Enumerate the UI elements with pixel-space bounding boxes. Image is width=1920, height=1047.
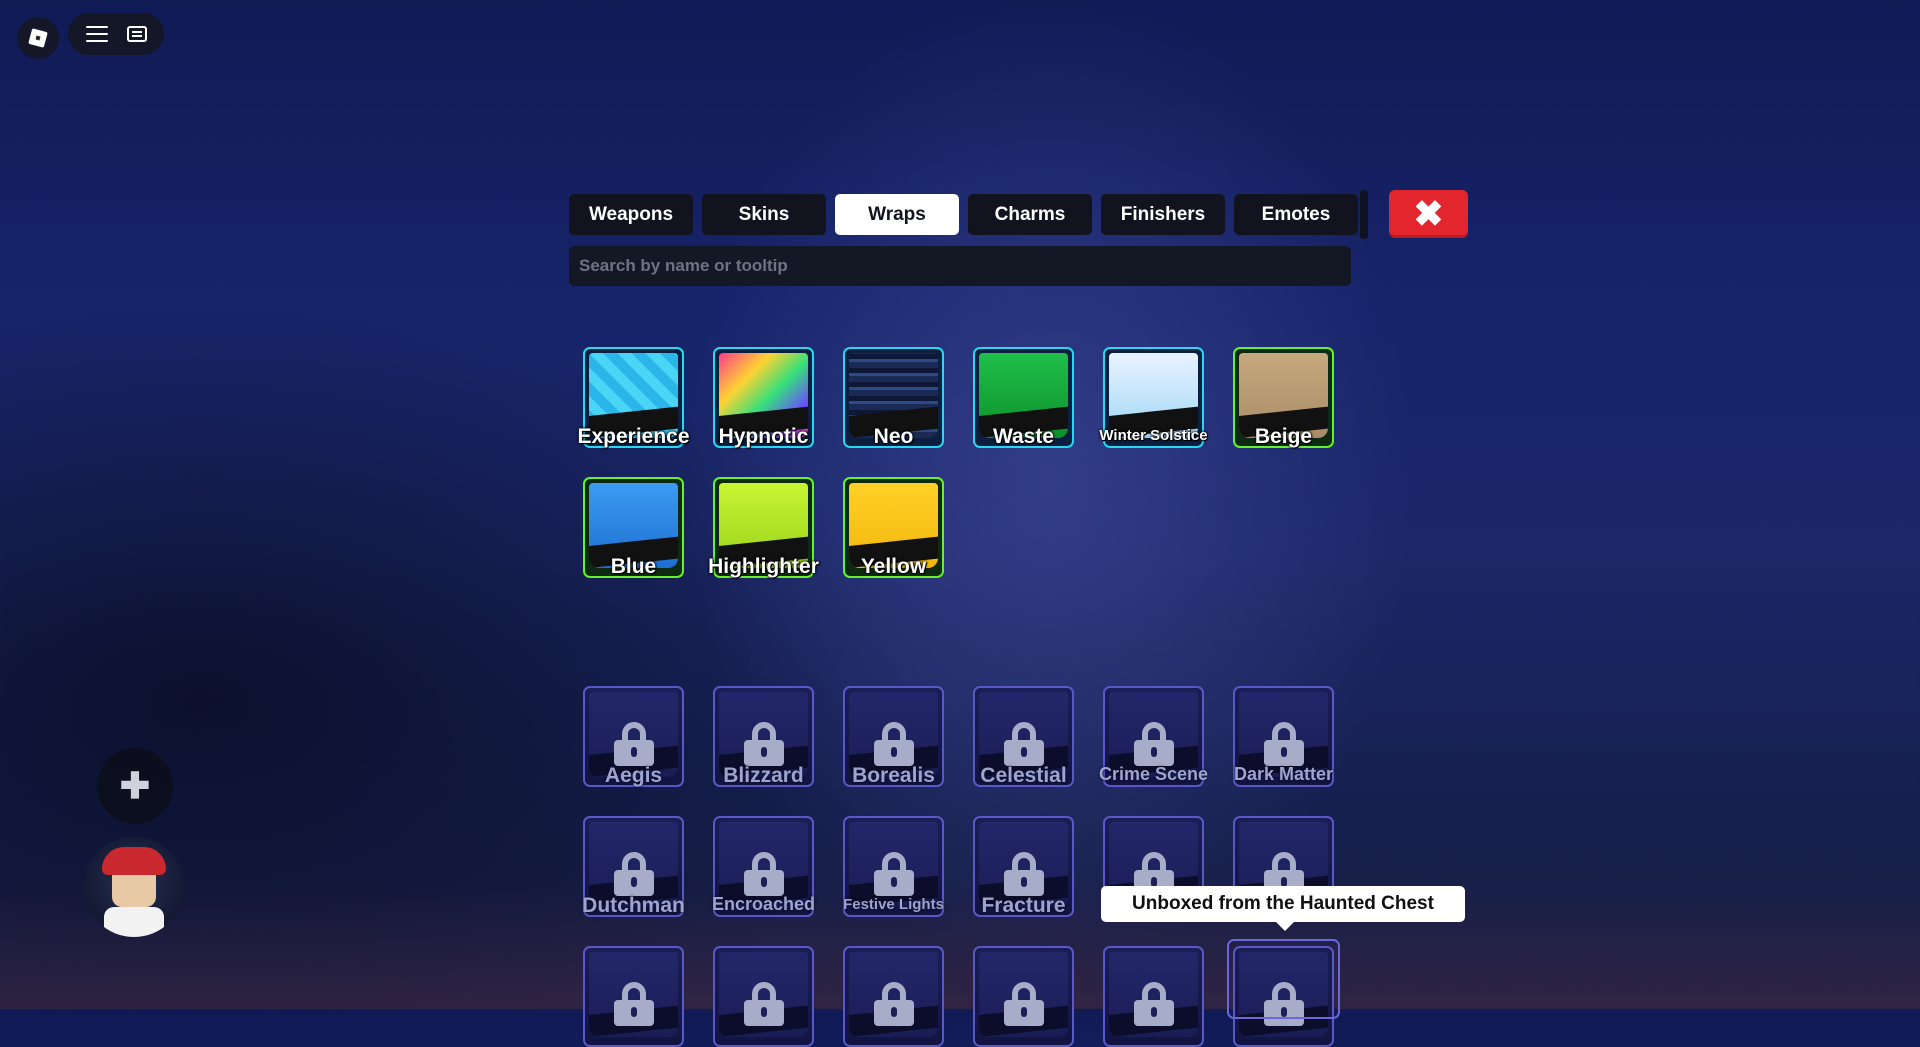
close-button[interactable]: ✖ — [1389, 190, 1468, 238]
lock-icon — [873, 722, 914, 766]
tab-emotes[interactable]: Emotes — [1234, 194, 1358, 235]
lock-icon — [743, 982, 784, 1026]
wrap-label: Neo — [873, 425, 914, 448]
lock-icon — [613, 852, 654, 896]
wrap-label: Celestial — [980, 764, 1067, 787]
wrap-item-dutchman[interactable]: Dutchman — [582, 816, 685, 917]
wrap-label: Blizzard — [723, 764, 804, 787]
tab-scrollbar[interactable] — [1360, 190, 1368, 239]
wrap-item-locked[interactable] — [583, 946, 684, 1047]
wrap-label: Aegis — [604, 764, 663, 787]
wrap-label: Experience — [577, 425, 690, 448]
wrap-item-crime-scene[interactable]: Crime Scene — [1099, 686, 1208, 787]
wrap-label: Blue — [610, 555, 657, 578]
wrap-item-celestial[interactable]: Celestial — [973, 686, 1074, 787]
chat-icon[interactable] — [126, 26, 147, 42]
wrap-label: Highlighter — [708, 555, 819, 578]
wrap-label: Dutchman — [582, 894, 685, 917]
search-input[interactable] — [569, 246, 1351, 286]
tab-wraps[interactable]: Wraps — [835, 194, 959, 235]
wrap-label: Encroached — [711, 894, 816, 914]
lock-icon — [1133, 722, 1174, 766]
wrap-label: Winter Solstice — [1099, 427, 1208, 444]
category-tabs: Weapons Skins Wraps Charms Finishers Emo… — [569, 194, 1358, 235]
hamburger-menu-icon[interactable] — [85, 26, 108, 42]
lock-icon — [1003, 722, 1044, 766]
close-x-icon: ✖ — [1413, 193, 1444, 234]
lock-icon — [873, 982, 914, 1026]
wrap-item-locked-hovered[interactable] — [1233, 946, 1334, 1047]
tab-weapons[interactable]: Weapons — [569, 194, 693, 235]
wrap-label: Hypnotic — [718, 425, 809, 448]
locked-wraps-grid: Aegis Blizzard Borealis Celestial Crime … — [582, 686, 1334, 1047]
lock-icon — [743, 722, 784, 766]
wrap-label: Borealis — [852, 764, 935, 787]
wrap-item-beige[interactable]: Beige — [1233, 347, 1334, 448]
wrap-item-fracture[interactable]: Fracture — [973, 816, 1074, 917]
roblox-menu-pill — [68, 13, 164, 55]
tab-charms[interactable]: Charms — [968, 194, 1092, 235]
lock-icon — [613, 722, 654, 766]
player-avatar[interactable] — [84, 837, 184, 937]
wrap-label: Yellow — [860, 555, 927, 578]
tab-finishers[interactable]: Finishers — [1101, 194, 1225, 235]
wrap-item-yellow[interactable]: Yellow — [843, 477, 944, 578]
wrap-item-blue[interactable]: Blue — [583, 477, 684, 578]
item-tooltip: Unboxed from the Haunted Chest — [1101, 886, 1465, 931]
lock-icon — [1003, 852, 1044, 896]
lock-icon — [1003, 982, 1044, 1026]
wrap-label: Waste — [992, 425, 1055, 448]
wrap-item-locked[interactable] — [843, 946, 944, 1047]
wrap-item-hypnotic[interactable]: Hypnotic — [713, 347, 814, 448]
wrap-item-blizzard[interactable]: Blizzard — [713, 686, 814, 787]
wrap-item-waste[interactable]: Waste — [973, 347, 1074, 448]
wrap-label: Dark Matter — [1233, 764, 1334, 784]
wrap-label: Fracture — [981, 894, 1066, 917]
wrap-swatch — [1109, 353, 1198, 438]
wrap-item-locked[interactable] — [1103, 946, 1204, 1047]
wrap-label: Crime Scene — [1098, 764, 1209, 784]
owned-wraps-grid: Experience Hypnotic Neo Waste Winter Sol… — [577, 347, 1334, 578]
wrap-item-festive-lights[interactable]: Festive Lights — [843, 816, 944, 917]
wrap-label: Festive Lights — [843, 896, 944, 913]
roblox-logo-icon[interactable] — [17, 17, 59, 59]
lock-icon — [873, 852, 914, 896]
wrap-item-neo[interactable]: Neo — [843, 347, 944, 448]
wrap-item-locked[interactable] — [713, 946, 814, 1047]
add-plus-button[interactable]: ✚ — [97, 748, 173, 824]
wrap-item-dark-matter[interactable]: Dark Matter — [1233, 686, 1334, 787]
wrap-label: Beige — [1254, 425, 1313, 448]
lock-icon — [613, 982, 654, 1026]
wrap-item-locked[interactable] — [973, 946, 1074, 1047]
wrap-item-winter-solstice[interactable]: Winter Solstice — [1099, 347, 1208, 448]
lock-icon — [1263, 982, 1304, 1026]
lock-icon — [1133, 982, 1174, 1026]
wrap-item-borealis[interactable]: Borealis — [843, 686, 944, 787]
wrap-item-experience[interactable]: Experience — [577, 347, 690, 448]
lock-icon — [1263, 722, 1304, 766]
tab-skins[interactable]: Skins — [702, 194, 826, 235]
wrap-item-aegis[interactable]: Aegis — [583, 686, 684, 787]
wrap-item-encroached[interactable]: Encroached — [712, 816, 815, 917]
lock-icon — [743, 852, 784, 896]
add-plus-icon: ✚ — [119, 765, 151, 806]
wrap-item-highlighter[interactable]: Highlighter — [708, 477, 819, 578]
